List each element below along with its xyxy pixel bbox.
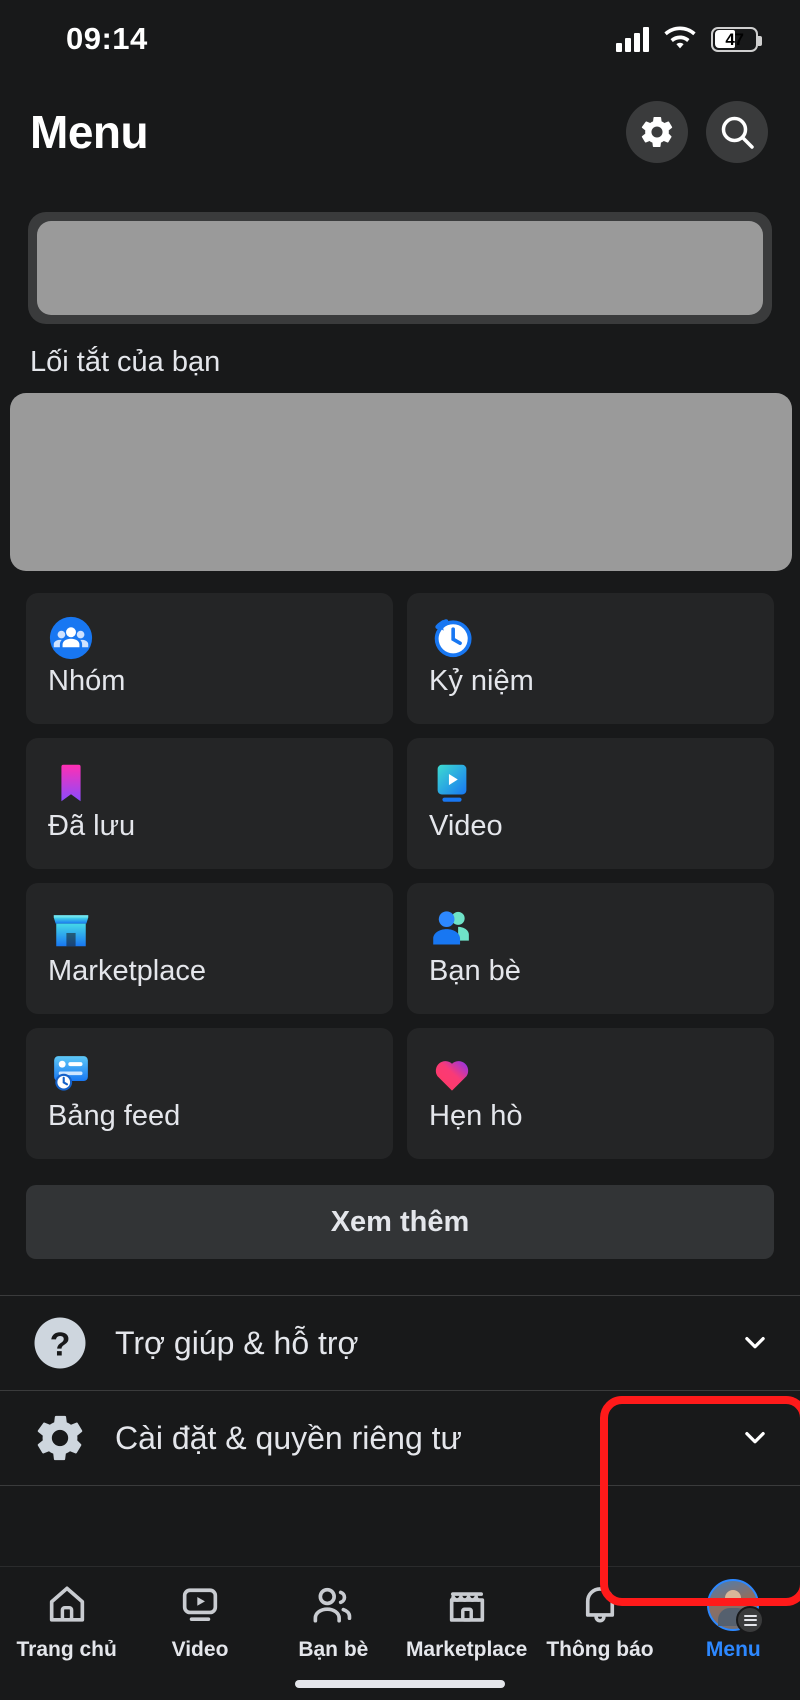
status-bar: 09:14 47 <box>0 0 800 78</box>
saved-bookmark-icon <box>48 760 393 806</box>
menu-tile-video[interactable]: Video <box>407 738 774 869</box>
status-indicators: 47 <box>616 26 762 52</box>
list-row-label: Cài đặt & quyền riêng tư <box>115 1419 462 1456</box>
nav-item-label: Bạn bè <box>298 1638 369 1661</box>
menu-tile-feeds[interactable]: Bảng feed <box>26 1028 393 1159</box>
friends-icon <box>429 905 774 951</box>
status-time: 09:14 <box>66 21 148 56</box>
home-icon <box>44 1581 90 1629</box>
video-play-icon <box>177 1581 223 1629</box>
marketplace-storefront-icon <box>48 905 393 951</box>
nav-item-label: Marketplace <box>405 1638 528 1661</box>
menu-tile-label: Kỷ niệm <box>429 665 534 697</box>
menu-tile-memories[interactable]: Kỷ niệm <box>407 593 774 724</box>
nav-item-menu[interactable]: Menu <box>667 1579 800 1662</box>
battery-percent: 47 <box>725 29 744 49</box>
settings-gear-icon <box>30 1408 90 1468</box>
menu-tile-label: Đã lưu <box>48 810 136 842</box>
menu-tile-label: Bạn bè <box>429 955 521 987</box>
nav-item-friends[interactable]: Bạn bè <box>267 1581 400 1662</box>
nav-item-notifications[interactable]: Thông báo <box>533 1581 666 1662</box>
nav-item-home[interactable]: Trang chủ <box>0 1581 133 1662</box>
nav-item-label: Video <box>171 1638 229 1661</box>
nav-item-marketplace[interactable]: Marketplace <box>400 1581 533 1662</box>
page-title: Menu <box>30 106 149 158</box>
menu-tile-groups[interactable]: Nhóm <box>26 593 393 724</box>
battery-icon: 47 <box>711 26 762 52</box>
home-indicator <box>295 1680 505 1688</box>
nav-item-label: Thông báo <box>546 1638 654 1661</box>
nav-item-video[interactable]: Video <box>133 1581 266 1662</box>
friends-people-icon <box>310 1581 356 1629</box>
phone-screen: 09:14 47 Menu Lối tắt của bạn Nhóm Kỷ ni… <box>0 0 800 1700</box>
storefront-icon <box>444 1581 490 1629</box>
shortcuts-section-label: Lối tắt của bạn <box>30 346 221 378</box>
feeds-icon <box>48 1050 393 1096</box>
shortcuts-placeholder <box>10 393 792 571</box>
menu-tile-friends[interactable]: Bạn bè <box>407 883 774 1014</box>
list-row-help-support[interactable]: ? Trợ giúp & hỗ trợ <box>0 1296 800 1391</box>
avatar <box>707 1579 765 1634</box>
svg-text:?: ? <box>50 1326 71 1364</box>
nav-item-label: Trang chủ <box>16 1638 117 1661</box>
groups-icon <box>48 615 393 661</box>
hamburger-badge-icon <box>736 1606 765 1634</box>
menu-tile-saved[interactable]: Đã lưu <box>26 738 393 869</box>
menu-tile-marketplace[interactable]: Marketplace <box>26 883 393 1014</box>
header-actions <box>626 101 768 163</box>
page-header: Menu <box>0 78 800 186</box>
menu-tile-dating[interactable]: Hẹn hò <box>407 1028 774 1159</box>
bell-icon <box>577 1581 623 1629</box>
menu-grid: Nhóm Kỷ niệm Đã lưu Video Marketplace Bạ… <box>0 571 800 1159</box>
help-question-icon: ? <box>30 1313 90 1373</box>
menu-content: Lối tắt của bạn Nhóm Kỷ niệm Đã lưu Vide… <box>0 212 800 1486</box>
memories-clock-icon <box>429 615 774 661</box>
see-more-button[interactable]: Xem thêm <box>26 1185 774 1259</box>
menu-tile-label: Marketplace <box>48 955 206 987</box>
list-row-settings-privacy[interactable]: Cài đặt & quyền riêng tư <box>0 1391 800 1486</box>
list-row-label: Trợ giúp & hỗ trợ <box>115 1324 359 1361</box>
wifi-icon <box>664 26 696 49</box>
profile-avatar-menu-icon <box>707 1579 765 1634</box>
search-icon <box>721 116 754 149</box>
menu-tile-label: Bảng feed <box>48 1100 181 1132</box>
settings-button[interactable] <box>626 101 688 163</box>
menu-tile-label: Hẹn hò <box>429 1100 523 1132</box>
nav-item-label: Menu <box>705 1638 761 1661</box>
search-button[interactable] <box>706 101 768 163</box>
chevron-down-icon <box>745 1432 765 1444</box>
cellular-signal-icon <box>616 26 649 52</box>
menu-tile-label: Nhóm <box>48 665 126 697</box>
video-icon <box>429 760 774 806</box>
chevron-down-icon <box>745 1337 765 1349</box>
gear-icon <box>641 116 673 148</box>
dating-heart-icon <box>429 1050 774 1096</box>
menu-tile-label: Video <box>429 810 503 842</box>
search-bar-placeholder[interactable] <box>28 212 772 324</box>
